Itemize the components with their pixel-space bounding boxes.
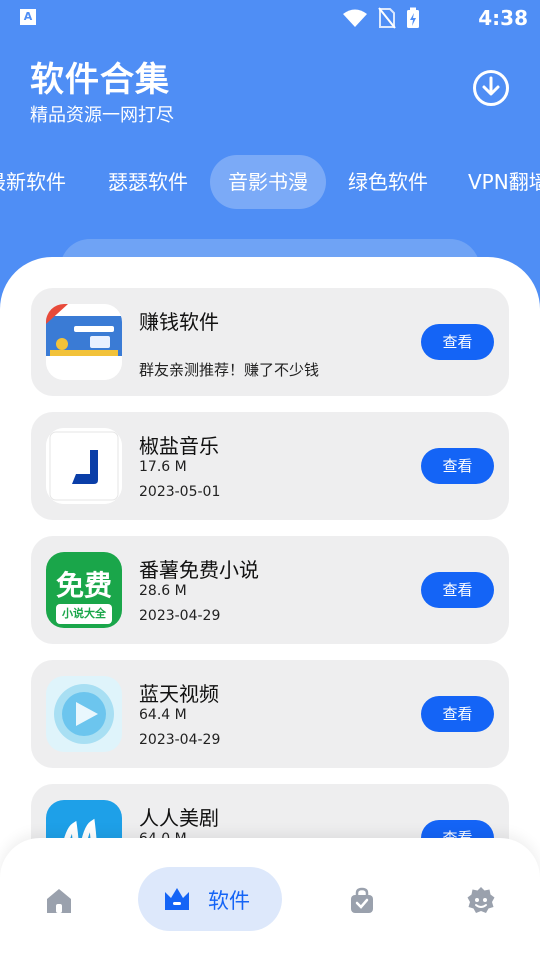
app-name: 人人美剧 [139,806,219,830]
app-card[interactable]: 免费 小说大全 番薯免费小说 28.6 M 2023-04-29 查看 [31,536,509,644]
tab-vpn[interactable]: VPN翻墙 [468,155,540,209]
app-card[interactable]: 赚钱软件 群友亲测推荐！赚了不少钱 查看 [31,288,509,396]
app-name: 番薯免费小说 [139,558,259,582]
app-date: 2023-05-01 [139,484,221,500]
app-name: 赚钱软件 [139,310,219,334]
nav-software[interactable]: 软件 [138,867,282,931]
tab-seductive[interactable]: 瑟瑟软件 [108,155,188,209]
tab-latest[interactable]: 最新软件 [0,155,66,209]
home-icon[interactable] [44,886,74,916]
app-size: 17.6 M [139,459,187,475]
app-size: 64.4 M [139,707,187,723]
category-tabs: 最新软件 瑟瑟软件 音影书漫 绿色软件 VPN翻墙 [0,155,540,209]
view-button[interactable]: 查看 [421,448,494,484]
icon-text: 免费 [55,569,112,602]
music-j-icon [46,428,122,504]
app-card[interactable]: 蓝天视频 64.4 M 2023-04-29 查看 [31,660,509,768]
status-icons [342,7,420,29]
status-bar: A 4:38 [0,0,540,36]
page-title: 软件合集 [30,60,170,100]
nav-software-label: 软件 [208,889,250,913]
app-date: 2023-04-29 [139,732,221,748]
app-card[interactable]: 椒盐音乐 17.6 M 2023-05-01 查看 [31,412,509,520]
earn-money-banner-icon [46,304,122,380]
wifi-icon [343,9,367,27]
crown-icon [165,888,189,910]
free-novel-icon: 免费 小说大全 [46,552,122,628]
notification-a-icon: A [20,9,36,25]
settings-face-icon[interactable] [466,886,496,916]
bag-icon[interactable] [347,886,377,916]
view-button[interactable]: 查看 [421,572,494,608]
app-name: 椒盐音乐 [139,434,219,458]
app-description: 群友亲测推荐！赚了不少钱 [139,361,320,379]
tab-green-software[interactable]: 绿色软件 [348,155,428,209]
view-button[interactable]: 查看 [421,696,494,732]
app-size: 28.6 M [139,583,187,599]
no-sim-icon [378,7,396,29]
tab-media-books[interactable]: 音影书漫 [210,155,326,209]
download-icon[interactable] [472,69,510,107]
view-button[interactable]: 查看 [421,324,494,360]
icon-text: 小说大全 [56,604,112,624]
app-name: 蓝天视频 [139,682,219,706]
battery-charging-icon [407,7,419,28]
page-subtitle: 精品资源一网打尽 [30,105,174,126]
clock-time: 4:38 [478,6,528,30]
bottom-navigation: 软件 [0,838,540,960]
app-date: 2023-04-29 [139,608,221,624]
play-video-icon [46,676,122,752]
